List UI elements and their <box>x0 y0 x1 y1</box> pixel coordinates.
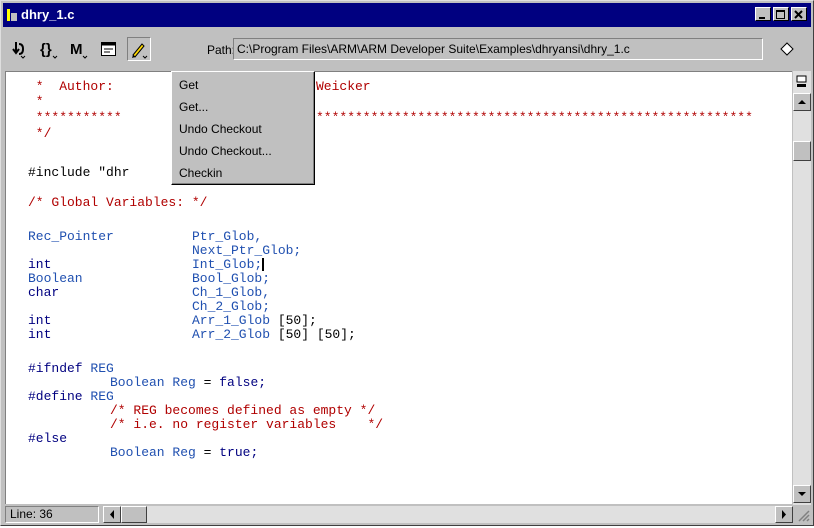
resize-grip-icon <box>798 510 810 522</box>
code-line: Boolean Reg = false; <box>110 375 267 390</box>
code-line: Ptr_Glob, <box>192 229 263 244</box>
path-field[interactable]: C:\Program Files\ARM\ARM Developer Suite… <box>233 38 763 60</box>
resize-grip[interactable] <box>795 507 811 523</box>
source-control-menu: Get Get... Undo Checkout Undo Checkout..… <box>171 71 315 185</box>
code-line: #else <box>28 431 68 446</box>
horizontal-scroll-thumb[interactable] <box>121 506 147 523</box>
minimize-button[interactable] <box>755 7 771 21</box>
code-line: #ifndef REG <box>28 361 114 376</box>
path-label: Path: <box>207 43 236 57</box>
bookmark-button[interactable]: M <box>67 37 91 61</box>
code-line: char <box>28 285 60 300</box>
code-line: int <box>28 327 52 342</box>
maximize-icon <box>776 10 785 19</box>
code-line: #include "dhr <box>28 165 130 180</box>
close-button[interactable] <box>791 7 807 21</box>
arrow-right-icon <box>782 510 786 519</box>
code-line: Weicker <box>316 79 371 94</box>
code-line: #define REG <box>28 389 114 404</box>
title-bar[interactable]: dhry_1.c <box>3 3 811 27</box>
menu-item-undo-checkout-dialog[interactable]: Undo Checkout... <box>173 140 313 162</box>
menu-item-checkin[interactable]: Checkin <box>173 162 313 184</box>
code-line: Boolean <box>28 271 83 286</box>
code-line: Ch_2_Glob; <box>192 299 271 314</box>
document-icon <box>7 9 17 21</box>
menu-item-undo-checkout[interactable]: Undo Checkout <box>173 118 313 140</box>
line-number-indicator: Line: 36 <box>5 506 99 523</box>
code-line: * <box>28 94 44 109</box>
window-title: dhry_1.c <box>21 7 75 22</box>
code-editor[interactable]: * Author: Weicker * *********** ********… <box>5 71 792 504</box>
code-line: int <box>28 257 52 272</box>
maximize-button[interactable] <box>773 7 789 21</box>
scroll-right-button[interactable] <box>775 506 793 523</box>
split-handle[interactable] <box>796 75 808 89</box>
code-line: int <box>28 313 52 328</box>
code-line: ****************************************… <box>316 110 753 125</box>
code-line: /* REG becomes defined as empty */ <box>110 403 376 418</box>
scroll-thumb[interactable] <box>793 141 811 161</box>
bookmark-icon: M <box>70 41 88 59</box>
step-into-icon <box>12 42 26 59</box>
diamond-button[interactable] <box>775 37 799 61</box>
code-line: Arr_1_Glob [50]; <box>192 313 317 328</box>
status-bar: Line: 36 <box>3 505 811 525</box>
properties-icon <box>101 42 116 56</box>
code-line: Boolean Reg = true; <box>110 445 259 460</box>
step-into-button[interactable] <box>7 37 31 61</box>
scroll-left-button[interactable] <box>103 506 121 523</box>
code-line: Next_Ptr_Glob; <box>192 243 302 258</box>
svg-text:{}: {} <box>40 41 52 58</box>
braces-icon: {} <box>40 41 58 59</box>
vertical-scrollbar[interactable] <box>793 71 811 505</box>
code-line: Int_Glob; <box>192 257 265 272</box>
properties-button[interactable] <box>97 37 121 61</box>
code-line: /* i.e. no register variables */ <box>110 417 384 432</box>
code-line: Arr_2_Glob [50] [50]; <box>192 327 356 342</box>
close-icon <box>794 10 803 19</box>
arrow-down-icon <box>798 492 806 496</box>
pencil-icon <box>132 43 148 59</box>
code-line: * Author: <box>28 79 114 94</box>
minimize-icon <box>759 17 765 19</box>
braces-button[interactable]: {} <box>37 37 61 61</box>
code-line: /* Global Variables: */ <box>28 195 208 210</box>
horizontal-scrollbar[interactable] <box>103 506 793 523</box>
code-line: Rec_Pointer <box>28 229 114 244</box>
source-control-button[interactable] <box>127 37 151 61</box>
split-icon <box>796 75 807 87</box>
menu-item-get-dialog[interactable]: Get... <box>173 96 313 118</box>
diamond-icon <box>780 42 794 56</box>
code-line: Bool_Glob; <box>192 271 271 286</box>
arrow-up-icon <box>798 100 806 104</box>
scroll-up-button[interactable] <box>793 93 811 111</box>
menu-item-get[interactable]: Get <box>173 74 313 96</box>
code-line: Ch_1_Glob, <box>192 285 271 300</box>
svg-text:M: M <box>70 41 83 58</box>
editor-window: dhry_1.c {} M Path: C:\Program Files\ARM… <box>0 0 814 526</box>
arrow-left-icon <box>110 510 114 519</box>
text-cursor <box>262 258 265 272</box>
code-line: *********** <box>28 110 122 125</box>
toolbar: {} M Path: C:\Program Files\ARM\ARM Deve… <box>3 29 811 69</box>
code-line: */ <box>28 126 52 141</box>
scroll-down-button[interactable] <box>793 485 811 503</box>
